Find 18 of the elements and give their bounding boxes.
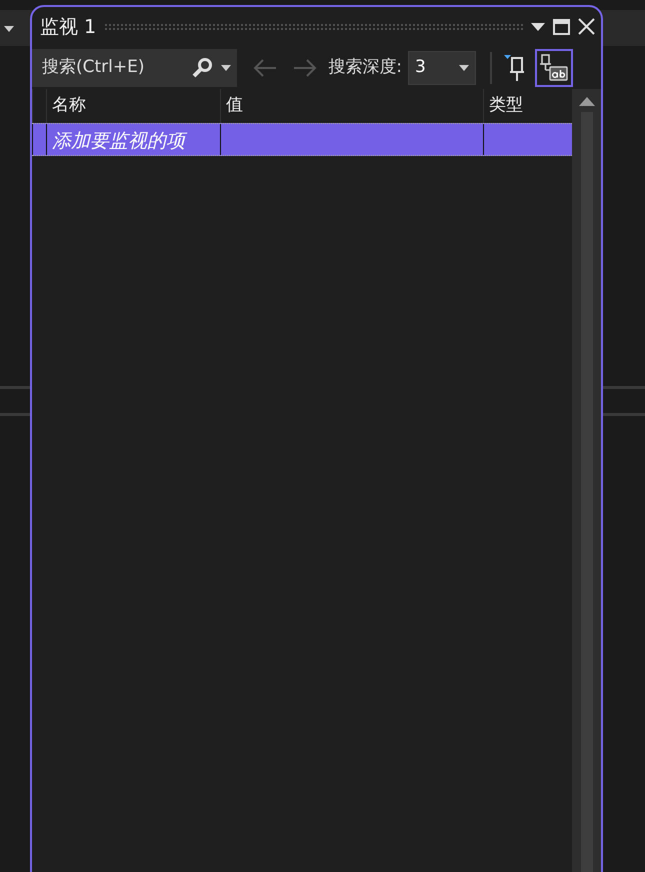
search-field[interactable]: 搜索(Ctrl+E) bbox=[40, 54, 180, 82]
depth-label: 搜索深度: bbox=[328, 56, 402, 80]
search-icon[interactable] bbox=[190, 57, 212, 79]
scroll-up-icon[interactable] bbox=[578, 97, 594, 106]
scrollbar[interactable] bbox=[572, 89, 601, 872]
close-icon[interactable] bbox=[578, 18, 595, 36]
caret-icon bbox=[4, 26, 14, 32]
caret-icon[interactable] bbox=[221, 65, 231, 71]
window-title: 监视 1 bbox=[40, 14, 96, 40]
pin-to-source-toggle[interactable] bbox=[534, 49, 573, 87]
drag-grip[interactable] bbox=[104, 23, 523, 31]
depth-dropdown[interactable]: 3 bbox=[408, 51, 476, 85]
watch-entry-row[interactable]: 添加要监视的项 bbox=[32, 123, 572, 156]
maximize-icon[interactable] bbox=[553, 18, 570, 35]
search-box[interactable]: 搜索(Ctrl+E) bbox=[32, 49, 237, 87]
dropdown-icon[interactable] bbox=[531, 22, 545, 31]
add-item-placeholder[interactable]: 添加要监视的项 bbox=[52, 130, 185, 152]
caret-icon bbox=[458, 65, 469, 71]
